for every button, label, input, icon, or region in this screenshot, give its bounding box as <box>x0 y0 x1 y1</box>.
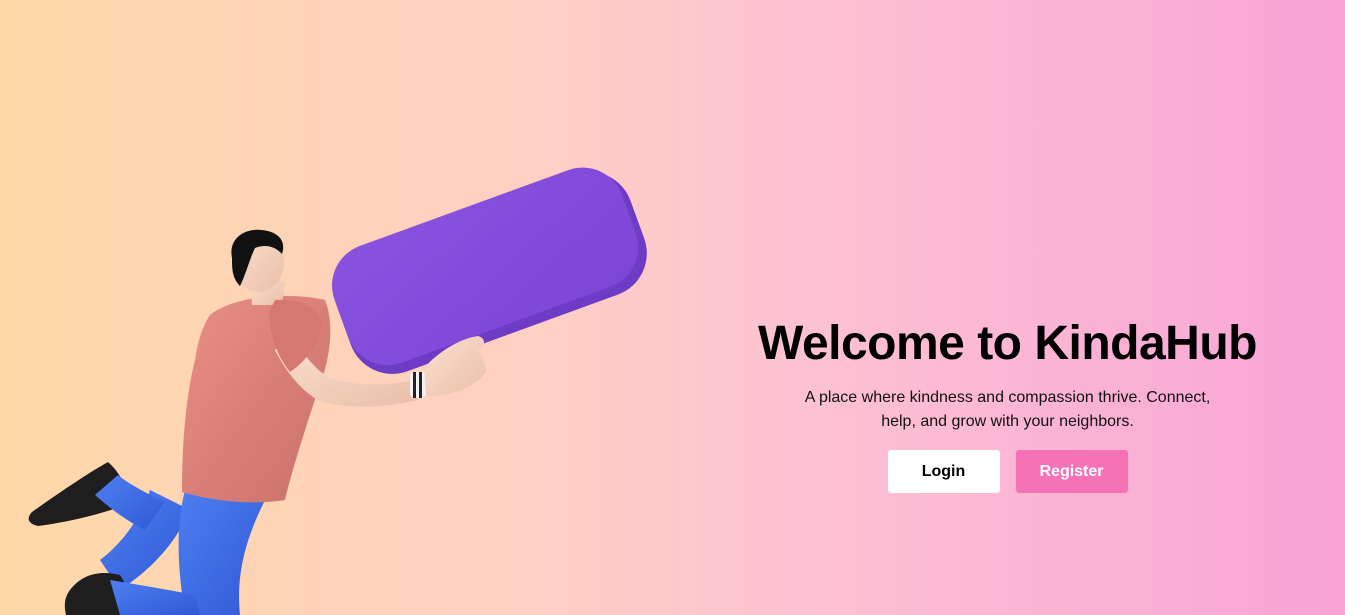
wristband-icon <box>410 372 426 398</box>
register-button[interactable]: Register <box>1015 450 1128 493</box>
login-button[interactable]: Login <box>887 450 1000 493</box>
speech-bubble-icon <box>332 167 647 374</box>
page-title: Welcome to KindaHub <box>758 317 1257 370</box>
hero-subtitle: A place where kindness and compassion th… <box>804 389 1211 430</box>
hero-content: Welcome to KindaHub A place where kindne… <box>700 314 1315 493</box>
person-holding-speech-bubble-illustration <box>28 167 647 615</box>
hero-actions: Login Register <box>700 450 1315 493</box>
hero-section: Welcome to KindaHub A place where kindne… <box>0 0 1345 615</box>
